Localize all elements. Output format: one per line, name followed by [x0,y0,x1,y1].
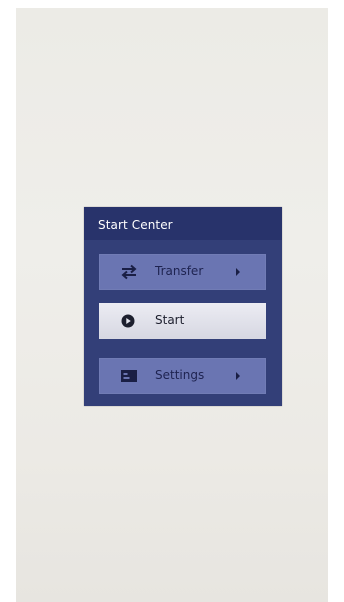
start-label: Start [155,313,185,327]
start-center-panel: Start Center Transfer Start Settings [84,207,282,406]
settings-button[interactable]: Settings [99,358,266,394]
panel-title: Start Center [98,218,173,232]
chevron-right-icon [236,268,240,276]
transfer-icon [121,264,137,280]
chevron-right-icon [236,372,240,380]
menu-list: Transfer Start Settings [84,240,282,406]
transfer-label: Transfer [155,264,204,278]
settings-label: Settings [155,368,205,382]
settings-icon [121,370,137,382]
play-circle-icon [121,314,135,328]
transfer-button[interactable]: Transfer [99,254,266,290]
start-button[interactable]: Start [99,303,266,339]
